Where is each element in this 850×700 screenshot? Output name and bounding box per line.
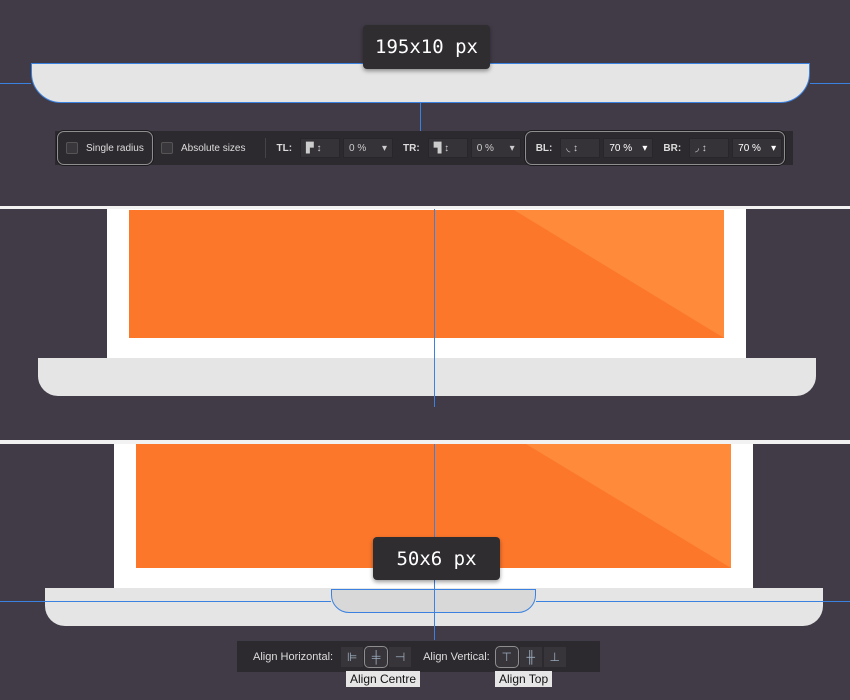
tl-label: TL:	[276, 142, 293, 154]
guide-line-right	[536, 601, 850, 602]
dropdown-icon: ▾	[509, 142, 515, 154]
single-radius-option[interactable]: Single radius	[57, 131, 153, 165]
bl-value[interactable]: 70 % ▾	[603, 138, 654, 158]
bl-value-text: 70 %	[609, 142, 633, 154]
align-top-tooltip: Align Top	[495, 671, 553, 687]
br-label: BR:	[663, 142, 682, 154]
align-left-button[interactable]: ⊫	[341, 646, 364, 667]
tl-value-text: 0 %	[349, 142, 367, 154]
align-vertical-label: Align Vertical:	[423, 650, 490, 663]
tr-corner-type[interactable]: ▜ ↕	[427, 138, 468, 158]
br-value-text: 70 %	[738, 142, 761, 154]
absolute-sizes-checkbox[interactable]	[161, 142, 173, 154]
align-middle-button[interactable]: ╫	[519, 646, 542, 667]
guide-line-vertical	[420, 103, 421, 133]
corner-toolbar: Single radius Absolute sizes TL: ▛ ↕ 0 %…	[55, 131, 793, 165]
guide-line-left	[0, 601, 331, 602]
laptop-base[interactable]	[38, 358, 816, 396]
dimension-tooltip: 50x6 px	[373, 537, 500, 580]
br-value[interactable]: 70 % ▾	[732, 138, 783, 158]
tl-value[interactable]: 0 % ▾	[343, 138, 394, 158]
bl-corner-type[interactable]: ◟ ↕	[560, 138, 601, 158]
single-radius-checkbox[interactable]	[66, 142, 78, 154]
align-top-button[interactable]: ⊤	[494, 645, 519, 668]
align-horizontal-label: Align Horizontal:	[253, 650, 334, 663]
tr-value-text: 0 %	[476, 142, 494, 154]
guide-line-vertical	[434, 209, 435, 407]
laptop-screen	[129, 210, 724, 338]
single-radius-label: Single radius	[86, 142, 144, 154]
dropdown-icon: ▾	[642, 142, 648, 154]
tl-corner-type[interactable]: ▛ ↕	[300, 138, 341, 158]
guide-line-left	[0, 83, 31, 84]
bl-label: BL:	[535, 142, 553, 154]
align-centre-tooltip: Align Centre	[346, 671, 421, 687]
tr-label: TR:	[403, 142, 420, 154]
toolbar-separator	[265, 138, 267, 158]
rounded-shape-top[interactable]	[31, 63, 810, 103]
align-right-button[interactable]: ⊣	[389, 646, 412, 667]
guide-line-right	[810, 83, 850, 84]
br-corner-type[interactable]: ◞ ↕	[689, 138, 730, 158]
tr-value[interactable]: 0 % ▾	[470, 138, 521, 158]
dimension-tooltip: 195x10 px	[363, 25, 490, 69]
align-toolbar: Align Horizontal: ⊫ ╪ ⊣ Align Vertical: …	[237, 641, 600, 672]
absolute-sizes-label: Absolute sizes	[181, 142, 246, 154]
align-bottom-button[interactable]: ⊥	[543, 646, 566, 667]
dropdown-icon: ▾	[382, 142, 388, 154]
dropdown-icon: ▾	[771, 142, 777, 154]
align-centre-button[interactable]: ╪	[364, 645, 389, 668]
bottom-corners-group: BL: ◟ ↕ 70 % ▾ BR: ◞ ↕ 70 % ▾	[524, 131, 785, 165]
